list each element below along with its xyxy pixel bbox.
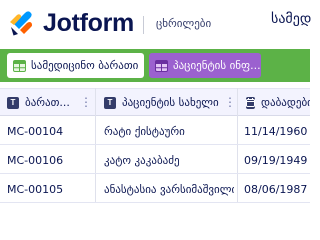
- sheet-tab-bar: სამედიცინო ბარათი ⋮ პაციენტის ინფ...: [0, 49, 310, 82]
- table-row[interactable]: MC-00105 ანასტასია ვარსიმაშვილი 08/06/19…: [0, 175, 310, 203]
- column-menu-icon[interactable]: ⋮: [80, 96, 92, 108]
- text-type-icon: T: [7, 96, 19, 109]
- table-row[interactable]: MC-00106 კატო კაკაბაძე 09/19/1949: [0, 146, 310, 174]
- cell-birth-date[interactable]: 11/14/1960: [244, 117, 310, 145]
- table-row[interactable]: MC-00104 რატი ქისტაური 11/14/1960: [0, 117, 310, 145]
- cell-birth-date[interactable]: 08/06/1987: [244, 175, 310, 203]
- tab-options-icon[interactable]: ⋮: [142, 59, 144, 73]
- tab-patient-info[interactable]: პაციენტის ინფ...: [149, 53, 261, 78]
- cell-patient-name[interactable]: ანასტასია ვარსიმაშვილი: [104, 175, 234, 203]
- tab-label: პაციენტის ინფ...: [173, 59, 261, 72]
- table-icon: [155, 59, 168, 72]
- cell-birth-date[interactable]: 09/19/1949: [244, 146, 310, 174]
- column-label: დაბადების: [261, 96, 310, 109]
- column-label: ბარათ...: [25, 96, 70, 109]
- brand-name[interactable]: Jotform: [43, 9, 134, 38]
- calendar-icon: [246, 96, 255, 109]
- cell-card-id[interactable]: MC-00106: [7, 146, 92, 174]
- cell-card-id[interactable]: MC-00105: [7, 175, 92, 203]
- table-icon: [13, 59, 26, 72]
- breadcrumb-tables[interactable]: ცხრილები: [156, 17, 211, 30]
- cell-card-id[interactable]: MC-00104: [7, 117, 92, 145]
- top-bar: Jotform ცხრილები სამედ: [0, 0, 312, 49]
- column-label: პაციენტის სახელი: [122, 96, 219, 109]
- column-header-card[interactable]: T ბარათ...: [7, 89, 87, 116]
- tab-medical-card[interactable]: სამედიცინო ბარათი ⋮: [7, 53, 144, 78]
- column-header-birth-date[interactable]: დაბადების: [246, 89, 310, 116]
- cell-patient-name[interactable]: კატო კაკაბაძე: [104, 146, 234, 174]
- column-header-patient-name[interactable]: T პაციენტის სახელი: [104, 89, 229, 116]
- page-title: სამედ: [271, 11, 312, 27]
- column-menu-icon[interactable]: ⋮: [224, 96, 236, 108]
- tab-label: სამედიცინო ბარათი: [31, 59, 139, 72]
- text-type-icon: T: [104, 96, 116, 109]
- cell-patient-name[interactable]: რატი ქისტაური: [104, 117, 234, 145]
- header-divider: [143, 16, 144, 34]
- jotform-logo-icon[interactable]: [8, 10, 34, 38]
